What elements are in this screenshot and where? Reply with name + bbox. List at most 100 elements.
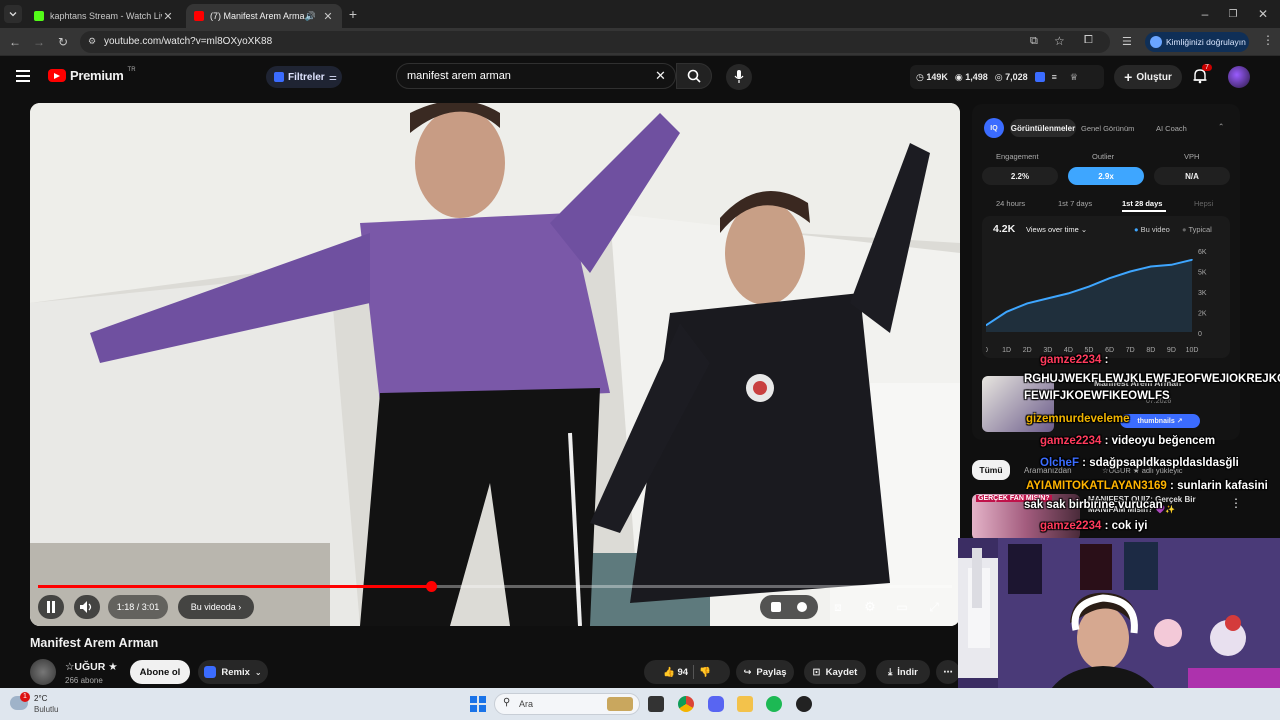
search-button[interactable] <box>676 63 712 89</box>
more-options-icon[interactable]: ⋮ <box>1230 496 1242 510</box>
filters-button[interactable]: Filtreler ⚌ <box>266 66 342 88</box>
range-28d[interactable]: 1st 28 days <box>1122 199 1162 208</box>
speaker-icon[interactable]: 🔊 <box>305 11 316 22</box>
x-tick-label: 9D <box>1167 347 1176 354</box>
watch-stat: ◎ 7,028 <box>994 71 1028 82</box>
total-views: 4.2K <box>993 223 1016 235</box>
vidiq-logo-icon[interactable] <box>1034 72 1045 82</box>
channel-name[interactable]: ☆UĞUR ★ <box>65 661 118 673</box>
spotify-icon[interactable] <box>766 696 782 712</box>
chrome-icon[interactable] <box>678 696 694 712</box>
notifications-button[interactable]: 7 <box>1192 64 1212 84</box>
search-input[interactable]: manifest arem arman ✕ <box>396 63 676 89</box>
remix-button[interactable]: Remix ⌄ <box>198 660 268 684</box>
site-info-icon[interactable]: ⚙ <box>88 36 96 47</box>
pause-circle-icon[interactable] <box>797 602 807 612</box>
x-tick-label: 8D <box>1146 347 1155 354</box>
volume-button[interactable] <box>74 595 100 619</box>
list-icon[interactable]: ≡ <box>1052 72 1057 82</box>
range-all[interactable]: Hepsi <box>1194 199 1213 208</box>
maximize-window-icon[interactable]: ❐ <box>1224 5 1242 23</box>
play-pause-button[interactable] <box>38 595 64 619</box>
voice-search-button[interactable] <box>726 64 752 90</box>
trophy-icon[interactable]: ♕ <box>1070 72 1078 83</box>
fullscreen-button[interactable]: ⤢ <box>922 595 946 619</box>
tab-search-button[interactable] <box>4 5 22 23</box>
metric-label: Engagement <box>996 152 1039 161</box>
thumbnails-button[interactable]: thumbnails ↗ <box>1120 414 1200 428</box>
chat-line: sak sak birbirine vurucan <box>1024 499 1163 511</box>
y-tick-label: 3K <box>1198 290 1207 297</box>
profile-button[interactable]: Kimliğinizi doğrulayın <box>1145 32 1249 52</box>
create-button[interactable]: + Oluştur <box>1114 65 1182 89</box>
vidiq-tab-views[interactable]: Görüntülenmeler <box>1010 119 1076 137</box>
vidiq-player-controls[interactable] <box>760 595 818 619</box>
progress-scrubber[interactable] <box>426 581 438 592</box>
reload-button[interactable]: ↻ <box>54 33 72 51</box>
url-text[interactable]: youtube.com/watch?v=ml8OXyoXK88 <box>104 36 272 47</box>
chart-dropdown[interactable]: Views over time ⌄ <box>1026 225 1087 234</box>
subtitles-button[interactable]: ⧈ <box>826 595 850 619</box>
bookmark-star-icon[interactable]: ☆ <box>1054 34 1065 48</box>
channel-avatar[interactable] <box>30 659 56 685</box>
views-chart: 6K 5K 3K 2K 0 0 1D 2D 3D 4D 5D 6D 7D 8D 9D 10D <box>986 249 1207 354</box>
forward-button[interactable]: → <box>30 33 48 51</box>
reading-list-icon[interactable]: ☰ <box>1122 35 1132 48</box>
y-tick-label: 5K <box>1198 270 1207 277</box>
more-actions-button[interactable]: ⋯ <box>936 660 960 684</box>
tab-youtube-video[interactable]: (7) Manifest Arem Arman - 🔊 ✕ <box>186 4 342 28</box>
subscriber-count: 266 abone <box>65 676 103 685</box>
like-button[interactable]: 👍 94 <box>663 667 688 678</box>
dislike-icon[interactable]: 👎 <box>699 667 711 678</box>
legend-typical: ● Typical <box>1182 225 1212 234</box>
search-icon: ⚲ <box>503 697 511 708</box>
microphone-icon <box>734 70 744 83</box>
settings-button[interactable]: ⚙ <box>858 595 882 619</box>
time-text: 1:18 / 3:01 <box>116 602 160 612</box>
browser-menu-icon[interactable]: ⋮ <box>1262 33 1274 47</box>
install-app-icon[interactable]: ⧉ <box>1030 35 1038 48</box>
new-tab-button[interactable]: + <box>344 5 362 23</box>
vidiq-tab-overview[interactable]: Genel Görünüm <box>1081 124 1134 133</box>
close-window-icon[interactable]: ✕ <box>1254 5 1272 23</box>
clear-search-icon[interactable]: ✕ <box>655 68 666 84</box>
chip-all[interactable]: Tümü <box>972 460 1010 480</box>
tab-kick-stream[interactable]: kaphtans Stream - Watch Live o ✕ <box>26 4 182 28</box>
vidiq-icon[interactable] <box>771 602 781 612</box>
obs-icon[interactable] <box>796 696 812 712</box>
range-7d[interactable]: 1st 7 days <box>1058 199 1092 208</box>
progress-bar[interactable] <box>38 581 952 592</box>
search-query[interactable]: manifest arem arman <box>407 70 511 82</box>
theater-mode-button[interactable]: ▭ <box>890 595 914 619</box>
vidiq-stats-bar[interactable]: ◷ 149K ◉ 1,498 ◎ 7,028 ≡ ♕ <box>910 65 1104 89</box>
range-24h[interactable]: 24 hours <box>996 199 1025 208</box>
discord-icon[interactable] <box>708 696 724 712</box>
extensions-icon[interactable]: ⧠ <box>1084 34 1093 47</box>
search-icon <box>687 69 701 83</box>
metric-label: Outlier <box>1092 152 1115 161</box>
taskbar-search[interactable]: ⚲ Ara <box>494 693 640 715</box>
hamburger-menu-icon[interactable] <box>16 70 30 82</box>
account-avatar[interactable] <box>1228 66 1250 88</box>
file-explorer-icon[interactable] <box>737 696 753 712</box>
windows-start-icon[interactable] <box>470 696 486 712</box>
share-button[interactable]: ↪ Paylaş <box>736 660 794 684</box>
close-tab-icon[interactable]: ✕ <box>322 10 334 23</box>
chapter-button[interactable]: Bu videoda › <box>178 595 254 619</box>
download-button[interactable]: ⤓ İndir <box>876 660 930 684</box>
omnibox[interactable]: ⚙ youtube.com/watch?v=ml8OXyoXK88 ⧉ ☆ ⧠ <box>80 31 1110 53</box>
filters-label: Filtreler <box>288 71 325 83</box>
subscribe-button[interactable]: Abone ol <box>130 660 190 684</box>
back-button[interactable]: ← <box>6 33 24 51</box>
weather-badge: 1 <box>20 692 30 702</box>
close-tab-icon[interactable]: ✕ <box>162 10 174 23</box>
task-view-icon[interactable] <box>648 696 664 712</box>
video-player[interactable]: 1:18 / 3:01 Bu videoda › ⧈ ⚙ ▭ ⤢ <box>30 103 960 626</box>
y-tick-label: 0 <box>1198 331 1202 338</box>
youtube-logo[interactable]: Premium TR <box>48 67 136 83</box>
vidiq-tab-ai-coach[interactable]: AI Coach <box>1156 124 1187 133</box>
collapse-icon[interactable]: ⌃ <box>1218 122 1224 131</box>
minimize-window-icon[interactable]: – <box>1196 5 1214 23</box>
outlier-value: 2.9x <box>1068 167 1144 185</box>
save-button[interactable]: ⊡ Kaydet <box>804 660 866 684</box>
